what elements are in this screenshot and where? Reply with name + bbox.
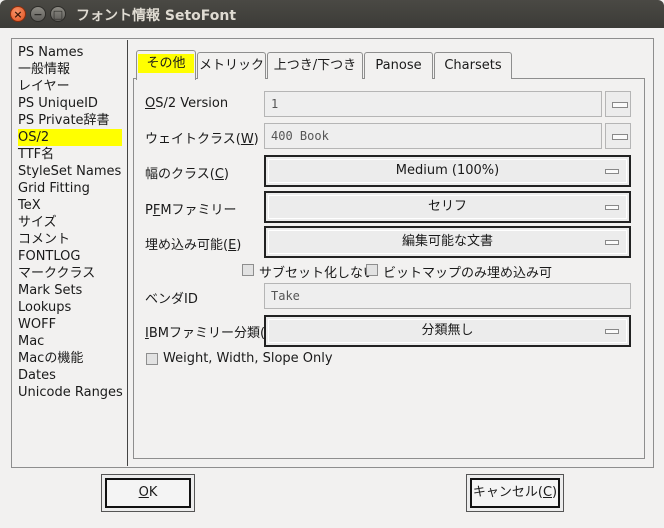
sidebar-item-ps-names[interactable]: PS Names xyxy=(18,44,128,61)
sidebar-item-ps-private[interactable]: PS Private辞書 xyxy=(18,112,128,129)
dropdown-indicator-icon xyxy=(605,205,619,210)
tab-sub-superscript[interactable]: 上つき/下つき xyxy=(267,52,363,79)
dropdown-indicator-icon xyxy=(605,169,619,174)
os2-version-label: OS/2 Version xyxy=(145,96,229,111)
pfm-family-label: PFMファミリー xyxy=(145,203,237,218)
sidebar-item-os2[interactable]: OS/2 xyxy=(18,129,122,146)
title-bar: × − □ フォント情報 SetoFont xyxy=(0,0,664,28)
wws-only-checkbox[interactable] xyxy=(146,353,158,365)
sidebar-item-fontlog[interactable]: FONTLOG xyxy=(18,248,128,265)
bitmap-only-label: ビットマップのみ埋め込み可 xyxy=(383,266,553,281)
sidebar-item-styleset-names[interactable]: StyleSet Names xyxy=(18,163,128,180)
no-subset-checkbox[interactable] xyxy=(242,264,254,276)
dropdown-indicator-icon xyxy=(605,240,619,245)
sidebar-item-size[interactable]: サイズ xyxy=(18,214,128,231)
width-class-dropdown[interactable]: Medium (100%) xyxy=(264,155,631,187)
minimize-icon[interactable]: − xyxy=(30,6,46,22)
sidebar: PS Names 一般情報 レイヤー PS UniqueID PS Privat… xyxy=(18,44,128,401)
no-subset-label: サブセット化しない xyxy=(259,266,377,281)
sidebar-item-lookups[interactable]: Lookups xyxy=(18,299,128,316)
sidebar-item-woff[interactable]: WOFF xyxy=(18,316,128,333)
pfm-family-dropdown[interactable]: セリフ xyxy=(264,191,631,223)
sidebar-item-ttf-names[interactable]: TTF名 xyxy=(18,146,128,163)
sidebar-divider xyxy=(127,40,128,466)
ibm-family-label: IBMファミリー分類(I) xyxy=(145,326,274,341)
width-class-label: 幅のクラス(C) xyxy=(145,167,229,182)
sidebar-item-mark-sets[interactable]: Mark Sets xyxy=(18,282,128,299)
cancel-button[interactable]: キャンセル(C) xyxy=(466,474,564,512)
sidebar-item-mac-features[interactable]: Macの機能 xyxy=(18,350,128,367)
tab-panose[interactable]: Panose xyxy=(364,52,433,79)
tab-charsets[interactable]: Charsets xyxy=(434,52,512,79)
wws-only-label: Weight, Width, Slope Only xyxy=(163,351,333,366)
bitmap-only-checkbox[interactable] xyxy=(366,264,378,276)
sidebar-item-ps-uniqueid[interactable]: PS UniqueID xyxy=(18,95,128,112)
sidebar-item-mark-classes[interactable]: マーククラス xyxy=(18,265,128,282)
sidebar-item-tex[interactable]: TeX xyxy=(18,197,128,214)
close-icon[interactable]: × xyxy=(10,6,26,22)
sidebar-item-grid-fitting[interactable]: Grid Fitting xyxy=(18,180,128,197)
os2-version-menu-button[interactable] xyxy=(605,91,631,117)
vendor-id-field[interactable]: Take xyxy=(264,283,631,309)
os2-version-field[interactable]: 1 xyxy=(264,91,602,117)
dropdown-indicator-icon xyxy=(605,329,619,334)
sidebar-item-dates[interactable]: Dates xyxy=(18,367,128,384)
ibm-family-dropdown[interactable]: 分類無し xyxy=(264,315,631,347)
sidebar-item-unicode-ranges[interactable]: Unicode Ranges xyxy=(18,384,128,401)
weight-class-menu-button[interactable] xyxy=(605,123,631,149)
sidebar-item-layers[interactable]: レイヤー xyxy=(18,78,128,95)
embeddable-label: 埋め込み可能(E) xyxy=(145,238,242,253)
tab-metrics[interactable]: メトリック xyxy=(197,52,266,79)
embeddable-dropdown[interactable]: 編集可能な文書 xyxy=(264,226,631,258)
window-title: フォント情報 SetoFont xyxy=(76,8,237,24)
ok-button[interactable]: OK xyxy=(101,474,195,512)
maximize-icon[interactable]: □ xyxy=(50,6,66,22)
sidebar-item-general[interactable]: 一般情報 xyxy=(18,61,128,78)
tab-misc[interactable]: その他 xyxy=(136,50,196,80)
vendor-id-label: ベンダID xyxy=(145,292,198,307)
weight-class-label: ウェイトクラス(W) xyxy=(145,132,259,147)
sidebar-item-mac[interactable]: Mac xyxy=(18,333,128,350)
weight-class-field[interactable]: 400 Book xyxy=(264,123,602,149)
sidebar-item-comment[interactable]: コメント xyxy=(18,231,128,248)
